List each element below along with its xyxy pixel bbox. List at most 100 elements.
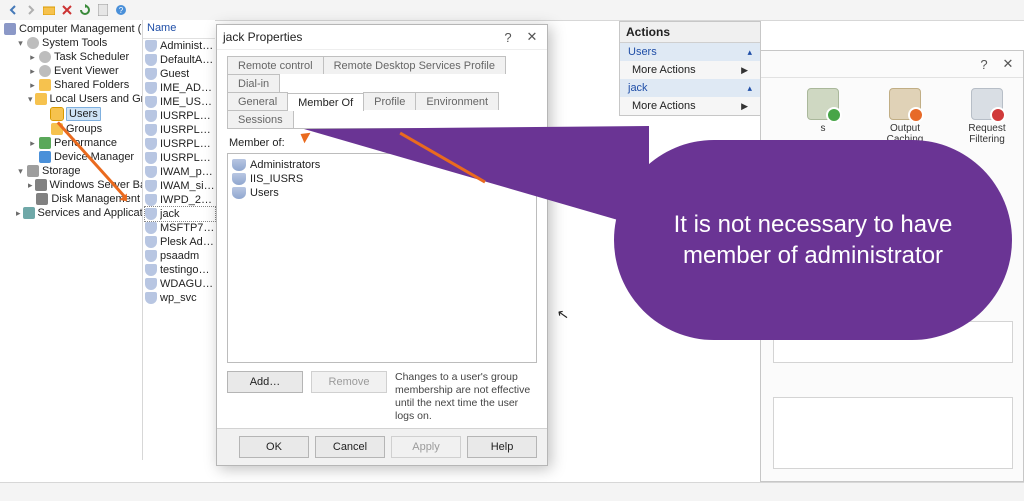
tab-profile[interactable]: Profile [363,92,416,110]
tree-services-apps[interactable]: ▸Services and Applications [16,206,140,220]
column-header-name[interactable]: Name [143,20,215,39]
tree-root-label: Computer Management (Local) [19,23,143,35]
chevron-right-icon: ▶ [741,65,748,76]
ok-button[interactable]: OK [239,436,309,458]
toolbar-icon-properties[interactable] [96,3,110,17]
cursor-icon: ↖ [556,305,571,324]
user-icon [145,110,157,122]
tab-general[interactable]: General [227,92,288,110]
feature-icon[interactable]: s [793,88,853,145]
output-caching-icon [889,88,921,120]
annotation-callout: It is not necessary to have member of ad… [614,140,1012,340]
config-icon [807,88,839,120]
actions-more-users[interactable]: More Actions▶ [620,61,760,79]
tree-root[interactable]: Computer Management (Local) [4,22,140,36]
toolbar-icon-help[interactable]: ? [114,3,128,17]
user-icon [145,152,157,164]
app-icon [4,23,16,35]
user-row[interactable]: IWAM_sitepr… [145,179,215,193]
apply-button: Apply [391,436,461,458]
feature-request-filtering[interactable]: Request Filtering [957,88,1017,145]
tree-groups[interactable]: Groups [40,122,140,136]
tree-event-viewer[interactable]: ▸Event Viewer [28,64,140,78]
actions-users-section[interactable]: Users▴ [620,43,760,61]
svg-text:?: ? [119,6,124,15]
collapse-icon: ▴ [747,47,752,58]
request-filtering-icon [971,88,1003,120]
close-icon[interactable]: ✕ [523,28,541,46]
user-icon [145,292,157,304]
user-row[interactable]: DefaultAcco… [145,53,215,67]
user-icon [145,236,157,248]
help-icon[interactable]: ? [499,28,517,46]
user-row[interactable]: IUSRPLESK_a… [145,109,215,123]
actions-panel: Actions Users▴ More Actions▶ jack▴ More … [619,21,761,116]
user-row[interactable]: Administrator [145,39,215,53]
tree-users[interactable]: Users [40,106,140,122]
nav-tree: Computer Management (Local) ▾System Tool… [0,20,143,460]
user-row[interactable]: psaadm [145,249,215,263]
toolbar: ? [0,0,1024,21]
user-icon [145,166,157,178]
user-icon [145,82,157,94]
help-button[interactable]: Help [467,436,537,458]
user-row[interactable]: wp_svc [145,291,215,305]
user-row[interactable]: jack [145,207,215,221]
annotation-text: It is not necessary to have member of ad… [642,209,984,271]
actions-more-jack[interactable]: More Actions▶ [620,97,760,115]
toolbar-icon-refresh[interactable] [78,3,92,17]
user-row[interactable]: IUSRPLESK_h… [145,123,215,137]
user-row[interactable]: IWAM_plesk(… [145,165,215,179]
tab-remote-control[interactable]: Remote control [227,56,324,74]
user-row[interactable]: Plesk Admini… [145,235,215,249]
tree-performance[interactable]: ▸Performance [28,136,140,150]
actions-header: Actions [620,22,760,43]
toolbar-icon-folder[interactable] [42,3,56,17]
collapse-icon: ▴ [747,83,752,94]
actions-jack-section[interactable]: jack▴ [620,79,760,97]
user-icon [145,278,157,290]
user-row[interactable]: Guest [145,67,215,81]
toolbar-icon-delete[interactable] [60,3,74,17]
user-row[interactable]: IUSRPLESK_s… [145,137,215,151]
tree-system-tools[interactable]: ▾System Tools [16,36,140,50]
user-row[interactable]: testingo_xdr… [145,263,215,277]
toolbar-icon-forward[interactable] [24,3,38,17]
tree-wsb[interactable]: ▸Windows Server Backup [28,178,140,192]
tree-local-users-groups[interactable]: ▾Local Users and Groups [28,92,140,106]
tab-remote-desktop[interactable]: Remote Desktop Services Profile [323,56,506,74]
user-icon [145,222,157,234]
toolbar-icon-back[interactable] [6,3,20,17]
group-icon [232,173,246,185]
tab-sessions[interactable]: Sessions [227,110,294,128]
user-row[interactable]: IUSRPLESK_s… [145,151,215,165]
tabs: Remote control Remote Desktop Services P… [227,56,537,129]
user-icon [145,68,157,80]
user-row[interactable]: MSFTP7_021… [145,221,215,235]
user-icon [145,54,157,66]
cancel-button[interactable]: Cancel [315,436,385,458]
user-icon [145,194,157,206]
tab-dial-in[interactable]: Dial-in [227,74,280,92]
user-icon [145,138,157,150]
help-icon[interactable]: ? [975,55,993,73]
status-bar [0,482,1024,501]
feature-output-caching[interactable]: Output Caching [875,88,935,145]
user-icon [145,250,157,262]
user-row[interactable]: IME_ADMIN [145,81,215,95]
dialog-title: jack Properties [223,30,302,44]
user-row[interactable]: WDAGUtility… [145,277,215,291]
user-row[interactable]: IWPD_2(testi… [145,193,215,207]
tree-shared-folders[interactable]: ▸Shared Folders [28,78,140,92]
tree-task-scheduler[interactable]: ▸Task Scheduler [28,50,140,64]
add-button[interactable]: Add… [227,371,303,393]
tab-environment[interactable]: Environment [415,92,499,110]
close-icon[interactable]: ✕ [999,55,1017,73]
chevron-right-icon: ▶ [741,101,748,112]
group-icon [232,159,246,171]
input-slot-2[interactable] [773,397,1013,469]
user-row[interactable]: IME_USER [145,95,215,109]
tab-member-of[interactable]: Member Of [287,93,364,111]
user-icon [145,40,157,52]
tree-storage[interactable]: ▾Storage [16,164,140,178]
